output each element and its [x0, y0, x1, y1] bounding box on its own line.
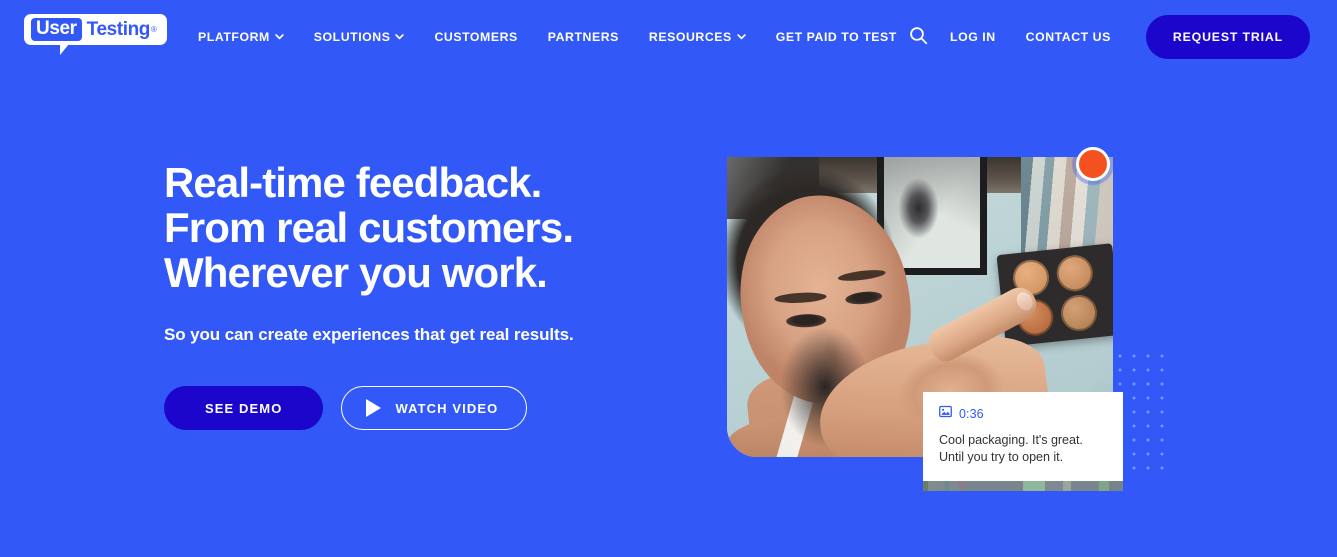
- nav-item-label: RESOURCES: [648, 30, 732, 44]
- contact-us-link[interactable]: CONTACT US: [1011, 30, 1126, 44]
- hero-copy: Real-time feedback. From real customers.…: [164, 160, 684, 430]
- nav-item-label: SOLUTIONS: [313, 30, 391, 44]
- logo-word-user: User: [31, 18, 82, 41]
- nav-item-solutions[interactable]: SOLUTIONS: [299, 30, 420, 44]
- comment-text-line: Until you try to open it.: [939, 450, 1064, 464]
- hero-cta-group: SEE DEMO WATCH VIDEO: [164, 386, 684, 430]
- logo-wordmark: User Testing ®: [24, 14, 167, 45]
- logo-bubble-tail: [60, 44, 69, 55]
- comment-text-line: Cool packaging. It's great.: [939, 433, 1083, 447]
- logo-word-testing: Testing: [86, 18, 151, 40]
- record-indicator-dot: [1076, 147, 1110, 181]
- watch-video-label: WATCH VIDEO: [395, 400, 499, 416]
- site-header: User Testing ® PLATFORM SOLUTIONS CUSTOM…: [0, 0, 1337, 74]
- nav-item-label: PLATFORM: [198, 30, 270, 44]
- hero-title-line: From real customers.: [164, 204, 574, 251]
- video-comment-card: 0:36 Cool packaging. It's great. Until y…: [923, 392, 1123, 481]
- nav-item-label: CUSTOMERS: [434, 30, 518, 44]
- hero-subtitle: So you can create experiences that get r…: [164, 325, 574, 344]
- primary-navigation: PLATFORM SOLUTIONS CUSTOMERS PARTNERS RE…: [198, 0, 912, 74]
- search-icon: [909, 26, 928, 48]
- nav-item-label: GET PAID TO TEST: [775, 30, 897, 44]
- comment-text: Cool packaging. It's great. Until you tr…: [939, 432, 1107, 466]
- login-link[interactable]: LOG IN: [935, 30, 1011, 44]
- chevron-down-icon: [395, 32, 405, 41]
- header-utility-nav: LOG IN CONTACT US REQUEST TRIAL: [901, 0, 1310, 74]
- hero-title: Real-time feedback. From real customers.…: [164, 160, 684, 295]
- screenshot-icon: [939, 405, 952, 423]
- watch-video-button[interactable]: WATCH VIDEO: [341, 386, 528, 430]
- hero-title-line: Wherever you work.: [164, 249, 548, 296]
- hero-media: 0:36 Cool packaging. It's great. Until y…: [727, 147, 1173, 497]
- comment-timestamp: 0:36: [959, 407, 984, 421]
- search-button[interactable]: [901, 20, 935, 54]
- comment-meta: 0:36: [939, 405, 1107, 423]
- request-trial-button[interactable]: REQUEST TRIAL: [1145, 15, 1310, 59]
- hero-title-line: Real-time feedback.: [164, 159, 542, 206]
- chevron-down-icon: [275, 32, 284, 41]
- nav-item-customers[interactable]: CUSTOMERS: [419, 30, 532, 44]
- nav-item-label: PARTNERS: [547, 30, 619, 44]
- nav-item-partners[interactable]: PARTNERS: [533, 30, 634, 44]
- see-demo-button[interactable]: SEE DEMO: [164, 386, 324, 430]
- page-root: User Testing ® PLATFORM SOLUTIONS CUSTOM…: [0, 0, 1337, 557]
- nav-item-resources[interactable]: RESOURCES: [634, 30, 761, 44]
- chevron-down-icon: [737, 32, 746, 41]
- nav-item-platform[interactable]: PLATFORM: [198, 30, 299, 44]
- nav-item-get-paid-to-test[interactable]: GET PAID TO TEST: [761, 30, 912, 44]
- usertesting-logo[interactable]: User Testing ®: [24, 14, 167, 55]
- logo-trademark: ®: [151, 25, 157, 34]
- play-icon: [366, 399, 382, 417]
